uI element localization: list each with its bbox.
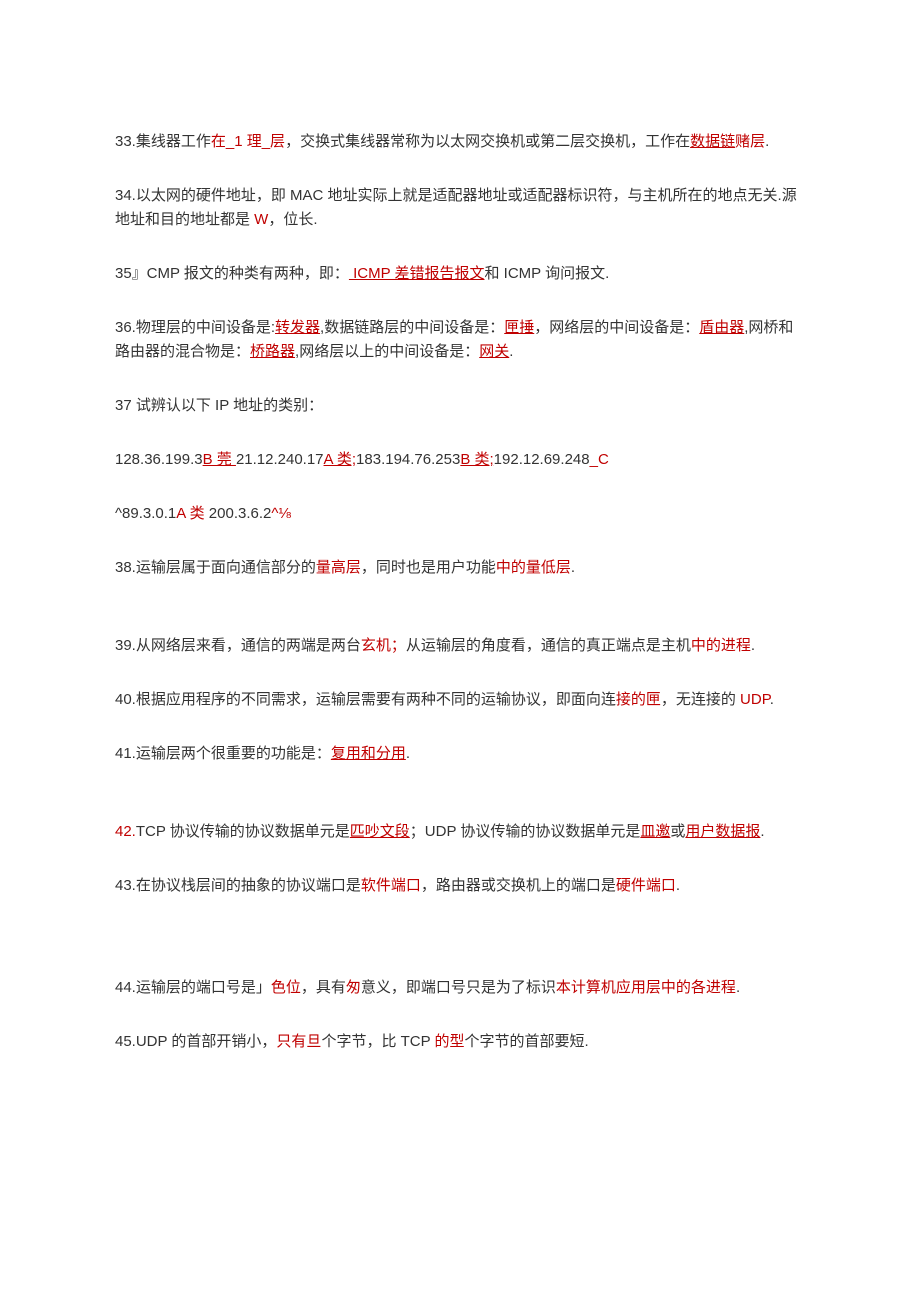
q40-blank1: 接的匣 [616, 691, 661, 708]
document-page: 33.集线器工作在_1 理_层，交换式集线器常称为以太网交换机或第二层交换机，工… [0, 0, 920, 1302]
q35: 35』CMP 报文的种类有两种，即： ICMP 差错报告报文和 ICMP 询问报… [115, 262, 805, 286]
q44-text4: . [736, 979, 740, 996]
q37-ip2: 21.12.240.17 [236, 451, 324, 468]
q39-text: 39.从网络层来看，通信的两端是两台 [115, 637, 361, 654]
q44-blank3: 本计算机应用层中的各进程 [556, 979, 736, 996]
q43-blank1: 软件端口 [361, 877, 421, 894]
q45-blank1: 只有旦 [276, 1033, 321, 1050]
q36-text2: ,数据链路层的中间设备是： [320, 319, 504, 336]
q44-blank2: 匆 [346, 979, 361, 996]
q33-text2: ，交换式集线器常称为以太网交换机或第二层交换机，工作在 [285, 133, 690, 150]
q38-text2: ，同时也是用户功能 [361, 559, 496, 576]
q37-a2: A 类; [324, 451, 357, 468]
q38-text3: . [571, 559, 575, 576]
q36-blank3: 盾由器 [699, 319, 744, 336]
q38: 38.运输层属于面向通信部分的量高层，同时也是用户功能中的量低层. [115, 556, 805, 580]
q33-text: 33.集线器工作 [115, 133, 211, 150]
q33-blank1: 在_1 理_层 [211, 133, 285, 150]
q45-text: 45.UDP 的首部开销小， [115, 1033, 276, 1050]
q44-text: 44.运输层的端口号是」 [115, 979, 271, 996]
q43-text2: ，路由器或交换机上的端口是 [421, 877, 616, 894]
q43-blank2: 硬件端口 [616, 877, 676, 894]
q37-a5: A 类 [176, 505, 204, 522]
q42: 42.TCP 协议传输的协议数据单元是匹吵文段；UDP 协议传输的协议数据单元是… [115, 820, 805, 844]
q43: 43.在协议栈层间的抽象的协议端口是软件端口，路由器或交换机上的端口是硬件端口. [115, 874, 805, 898]
q44-text3: 意义，即端口号只是为了标识 [361, 979, 556, 996]
q36-blank2: 匣捶 [504, 319, 534, 336]
q40-blank2: UDP [740, 691, 770, 708]
q40-text3: . [770, 691, 774, 708]
q41: 41.运输层两个很重要的功能是：复用和分用. [115, 742, 805, 766]
q34-blank1: W [254, 211, 268, 228]
q36-blank1: 转发器 [275, 319, 320, 336]
q34-text2: ，位长. [268, 211, 317, 228]
q37-a3: B 类; [460, 451, 493, 468]
q38-text: 38.运输层属于面向通信部分的 [115, 559, 316, 576]
q37-a1: B 莞 [203, 451, 236, 468]
q45-text3: 个字节的首部要短. [465, 1033, 589, 1050]
q36: 36.物理层的中间设备是:转发器,数据链路层的中间设备是：匣捶，网络层的中间设备… [115, 316, 805, 364]
q33: 33.集线器工作在_1 理_层，交换式集线器常称为以太网交换机或第二层交换机，工… [115, 130, 805, 154]
q36-text6: . [509, 343, 513, 360]
q35-text2: 和 ICMP 询问报文. [485, 265, 610, 282]
q39-blank1: 玄机； [361, 637, 406, 654]
q36-text5: ,网络层以上的中间设备是： [295, 343, 479, 360]
q42-blank1: 匹吵文段 [350, 823, 410, 840]
q40-text2: ，无连接的 [661, 691, 740, 708]
q37-ip1: 128.36.199.3 [115, 451, 203, 468]
q42-text: TCP 协议传输的协议数据单元是 [136, 823, 350, 840]
q39-text2: 从运输层的角度看，通信的真正端点是主机 [406, 637, 691, 654]
q37-text: 37 试辨认以下 IP 地址的类别： [115, 397, 323, 414]
q45-text2: 个字节，比 TCP [321, 1033, 434, 1050]
q37-ip5: ^89.3.0.1 [115, 505, 176, 522]
q41-blank1: 复用和分用 [331, 745, 406, 762]
q37-ip6: 200.3.6.2 [205, 505, 272, 522]
q34: 34.以太网的硬件地址，即 MAC 地址实际上就是适配器地址或适配器标识符，与主… [115, 184, 805, 232]
q39-text3: . [751, 637, 755, 654]
q41-text2: . [406, 745, 410, 762]
q37-a4: _C [590, 451, 609, 468]
q37-a6: ^⅛ [271, 505, 291, 522]
q45-blank2: 的型 [435, 1033, 465, 1050]
q44: 44.运输层的端口号是」色位，具有匆意义，即端口号只是为了标识本计算机应用层中的… [115, 976, 805, 1000]
q37-ip4: 192.12.69.248 [494, 451, 590, 468]
q33-blank3: 赌层 [735, 133, 765, 150]
q35-text: 35』CMP 报文的种类有两种，即： [115, 265, 349, 282]
q41-text: 41.运输层两个很重要的功能是： [115, 745, 331, 762]
q39: 39.从网络层来看，通信的两端是两台玄机；从运输层的角度看，通信的真正端点是主机… [115, 634, 805, 658]
q40-text: 40.根据应用程序的不同需求，运输层需要有两种不同的运输协议，即面向连 [115, 691, 616, 708]
q36-text: 36.物理层的中间设备是: [115, 319, 275, 336]
q40: 40.根据应用程序的不同需求，运输层需要有两种不同的运输协议，即面向连接的匣，无… [115, 688, 805, 712]
q38-blank1: 量高层 [316, 559, 361, 576]
q36-blank4: 桥路器 [250, 343, 295, 360]
q33-text3: . [765, 133, 769, 150]
q37-ip3: 183.194.76.253 [356, 451, 460, 468]
q37-row1: 128.36.199.3B 莞 21.12.240.17A 类;183.194.… [115, 448, 805, 472]
q35-blank1: ICMP 差错报告报文 [349, 265, 485, 282]
q37-header: 37 试辨认以下 IP 地址的类别： [115, 394, 805, 418]
q45: 45.UDP 的首部开销小，只有旦个字节，比 TCP 的型个字节的首部要短. [115, 1030, 805, 1054]
q42-prefix: 42. [115, 823, 136, 840]
q42-blank2: 皿邀 [640, 823, 670, 840]
q38-blank2: 中的量低层 [496, 559, 571, 576]
q42-text2: ；UDP 协议传输的协议数据单元是 [410, 823, 641, 840]
q36-blank5: 网关 [479, 343, 509, 360]
q44-text2: ，具有 [301, 979, 346, 996]
q36-text3: ，网络层的中间设备是： [534, 319, 699, 336]
q39-blank2: 中的进程 [691, 637, 751, 654]
q42-text4: . [760, 823, 764, 840]
q42-text3: 或 [670, 823, 685, 840]
q42-blank3: 用户数据报 [685, 823, 760, 840]
q44-blank1: 色位 [271, 979, 301, 996]
q33-blank2: 数据链 [690, 133, 735, 150]
q43-text3: . [676, 877, 680, 894]
q37-row2: ^89.3.0.1A 类 200.3.6.2^⅛ [115, 502, 805, 526]
q43-text: 43.在协议栈层间的抽象的协议端口是 [115, 877, 361, 894]
q34-text: 34.以太网的硬件地址，即 MAC 地址实际上就是适配器地址或适配器标识符，与主… [115, 187, 797, 228]
